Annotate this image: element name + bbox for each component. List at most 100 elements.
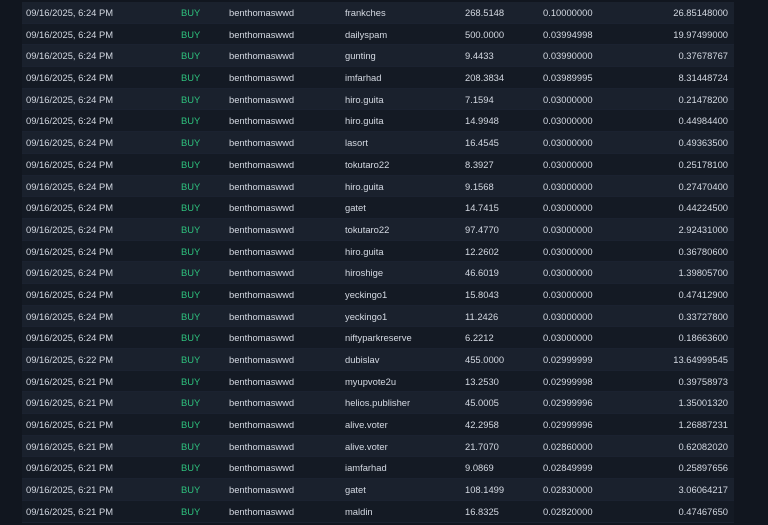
trade-total: 13.64999545 [673,354,728,365]
trade-seller[interactable]: yeckingo1 [345,306,387,328]
trade-total: 26.85148000 [673,7,728,18]
trade-date: 09/16/2025, 6:24 PM [26,245,114,257]
trade-buyer[interactable]: benthomaswwd [229,262,294,284]
trade-total: 0.25178100 [678,158,728,170]
table-row: 09/16/2025, 6:24 PM BUY benthomaswwd hiro.g… [22,240,734,263]
trade-date: 09/16/2025, 6:21 PM [26,375,114,387]
table-row: 09/16/2025, 6:21 PM BUY benthomaswwd helios… [22,392,734,415]
trade-buyer[interactable]: benthomaswwd [229,306,294,328]
trade-buyer[interactable]: benthomaswwd [229,110,294,132]
trade-total: 0.44984400 [678,115,728,127]
trade-seller[interactable]: alive.voter [345,436,388,458]
table-row: 09/16/2025, 6:24 PM BUY benthomaswwd hirosh… [22,262,734,284]
trade-buyer[interactable]: benthomaswwd [229,349,294,371]
trade-quantity: 11.2426 [465,310,499,322]
trade-buyer[interactable]: benthomaswwd [229,132,294,154]
trade-quantity: 16.4545 [465,137,499,149]
trade-seller[interactable]: tokutaro22 [345,154,389,176]
table-row: 09/16/2025, 6:24 PM BUY benthomaswwd guntin… [22,45,734,68]
table-row: 09/16/2025, 6:24 PM BUY benthomaswwd tokuta… [22,153,734,176]
trade-date: 09/16/2025, 6:24 PM [26,137,114,149]
trade-quantity: 8.3927 [465,158,494,170]
trade-quantity: 14.9948 [465,115,499,127]
trade-type-badge: BUY [181,310,201,322]
trade-seller[interactable]: hiro.guita [345,110,384,132]
trade-buyer[interactable]: benthomaswwd [229,284,294,306]
trade-price: 0.03000000 [543,115,593,127]
trade-buyer[interactable]: benthomaswwd [229,479,294,501]
trade-price: 0.02999996 [543,419,593,431]
trade-seller[interactable]: iamfarhad [345,457,387,479]
trade-buyer[interactable]: benthomaswwd [229,219,294,241]
trade-price: 0.03000000 [543,158,593,170]
table-row: 09/16/2025, 6:24 PM BUY benthomaswwd tokuta… [22,218,734,241]
trade-type-badge: BUY [181,50,201,62]
trade-seller[interactable]: dailyspam [345,24,387,46]
trade-seller[interactable]: imfarhad [345,67,381,89]
trade-total: 0.36780600 [678,245,728,257]
trade-date: 09/16/2025, 6:21 PM [26,484,114,496]
trade-seller[interactable]: gatet [345,197,366,219]
trade-seller[interactable]: maldin [345,501,373,523]
trade-seller[interactable]: lasort [345,132,368,154]
trade-type-badge: BUY [181,375,201,387]
trade-type-badge: BUY [181,7,201,18]
trade-price: 0.03000000 [543,288,593,300]
trade-price: 0.03000000 [543,202,593,214]
trade-type-badge: BUY [181,332,201,344]
trade-seller[interactable]: hiro.guita [345,89,384,111]
trade-seller[interactable]: helios.publisher [345,392,410,414]
trade-buyer[interactable]: benthomaswwd [229,45,294,67]
table-row: 09/16/2025, 6:24 PM BUY benthomaswwd lasort… [22,132,734,154]
trade-quantity: 108.1499 [465,484,505,496]
trade-date: 09/16/2025, 6:24 PM [26,267,114,279]
trade-quantity: 12.2602 [465,245,499,257]
trade-seller[interactable]: hiroshige [345,262,383,284]
trade-buyer[interactable]: benthomaswwd [229,176,294,198]
table-row: 09/16/2025, 6:21 PM BUY benthomaswwd myupvo… [22,370,734,393]
trade-price: 0.03989995 [543,72,593,84]
trade-seller[interactable]: tokutaro22 [345,219,389,241]
trade-date: 09/16/2025, 6:24 PM [26,202,114,214]
trade-buyer[interactable]: benthomaswwd [229,89,294,111]
trade-buyer[interactable]: benthomaswwd [229,436,294,458]
trade-total: 0.18663600 [678,332,728,344]
trade-buyer[interactable]: benthomaswwd [229,414,294,436]
table-row: 09/16/2025, 6:21 PM BUY benthomaswwd maldin… [22,500,734,523]
trade-buyer[interactable]: benthomaswwd [229,2,294,24]
trade-date: 09/16/2025, 6:24 PM [26,50,114,62]
trade-buyer[interactable]: benthomaswwd [229,371,294,393]
trade-seller[interactable]: frankches [345,2,386,24]
trade-seller[interactable]: yeckingo1 [345,284,387,306]
trade-price: 0.03994998 [543,28,593,40]
trade-date: 09/16/2025, 6:21 PM [26,440,114,452]
trade-seller[interactable]: hiro.guita [345,176,384,198]
trade-seller[interactable]: hiro.guita [345,241,384,263]
trade-total: 0.39758973 [678,375,728,387]
trade-seller[interactable]: alive.voter [345,414,388,436]
trade-buyer[interactable]: benthomaswwd [229,392,294,414]
trade-buyer[interactable]: benthomaswwd [229,241,294,263]
table-row: 09/16/2025, 6:24 PM BUY benthomaswwd niftyp… [22,327,734,349]
trade-quantity: 208.3834 [465,72,505,84]
trade-type-badge: BUY [181,115,201,127]
trade-buyer[interactable]: benthomaswwd [229,457,294,479]
trade-buyer[interactable]: benthomaswwd [229,197,294,219]
trade-quantity: 9.1568 [465,180,494,192]
trade-buyer[interactable]: benthomaswwd [229,501,294,523]
table-row: 09/16/2025, 6:24 PM BUY benthomaswwd hiro.g… [22,110,734,133]
table-row: 09/16/2025, 6:24 PM BUY benthomaswwd yeckin… [22,305,734,328]
trade-buyer[interactable]: benthomaswwd [229,154,294,176]
trade-total: 2.92431000 [678,223,728,235]
trade-buyer[interactable]: benthomaswwd [229,67,294,89]
trade-seller[interactable]: gunting [345,45,376,67]
trade-type-badge: BUY [181,28,201,40]
trade-seller[interactable]: dubislav [345,349,379,371]
trade-buyer[interactable]: benthomaswwd [229,24,294,46]
trade-price: 0.03000000 [543,332,593,344]
trade-type-badge: BUY [181,484,201,496]
trade-buyer[interactable]: benthomaswwd [229,327,294,349]
trade-seller[interactable]: gatet [345,479,366,501]
trade-seller[interactable]: niftyparkreserve [345,327,412,349]
trade-seller[interactable]: myupvote2u [345,371,396,393]
